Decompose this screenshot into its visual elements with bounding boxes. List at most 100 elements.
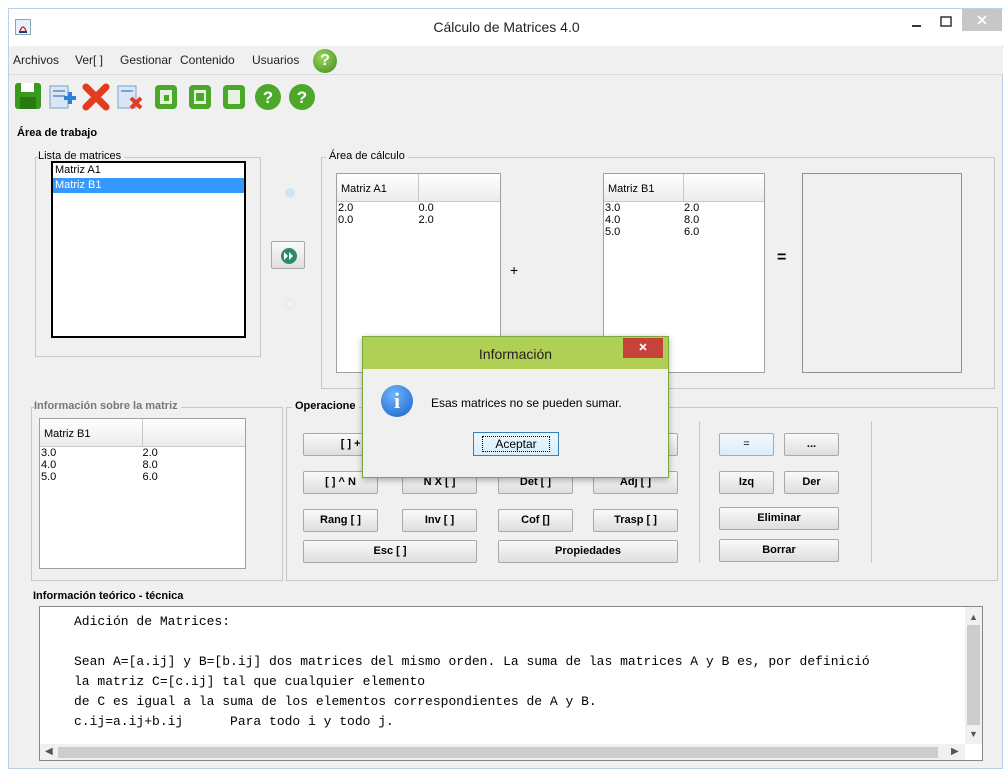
- theory-line: Adición de Matrices:: [74, 614, 231, 629]
- theory-line: de C es igual a la suma de los elementos…: [74, 694, 597, 709]
- menu-archivos[interactable]: Archivos: [13, 53, 59, 67]
- cell: 3.0: [40, 447, 143, 459]
- scroll-up-icon[interactable]: ▲: [969, 612, 978, 622]
- h-scroll-thumb[interactable]: [58, 747, 938, 758]
- left-button[interactable]: Izq: [719, 471, 774, 494]
- cell: 8.0: [684, 214, 764, 226]
- help-circle-icon[interactable]: ?: [253, 80, 283, 112]
- operations-divider-right: [871, 421, 872, 563]
- window-title: Cálculo de Matrices 4.0: [433, 19, 580, 35]
- matrix-a-header: Matriz A1: [337, 174, 419, 201]
- properties-button[interactable]: Propiedades: [498, 540, 678, 563]
- info-dialog: Información i Esas matrices no se pueden…: [362, 336, 669, 478]
- menu-contenido[interactable]: Contenido: [180, 53, 235, 67]
- cell: 4.0: [604, 214, 684, 226]
- menu-ver[interactable]: Ver[ ]: [75, 53, 103, 67]
- dot-bottom-icon: [285, 299, 295, 309]
- dialog-message: Esas matrices no se pueden sumar.: [431, 396, 622, 410]
- matrix-list[interactable]: Matriz A1 Matriz B1: [51, 161, 246, 338]
- cell: 8.0: [142, 459, 245, 471]
- scroll-down-icon[interactable]: ▼: [969, 729, 978, 739]
- cell: 2.0: [142, 447, 245, 459]
- about-icon[interactable]: ?: [287, 80, 317, 112]
- plus-operator: +: [510, 262, 519, 278]
- result-matrix-box[interactable]: [802, 173, 962, 373]
- matrix-info-title: Información sobre la matriz: [34, 400, 181, 412]
- dialog-close-button[interactable]: [623, 338, 663, 358]
- matrix-b-header: Matriz B1: [604, 174, 684, 201]
- table-row: 3.0 2.0: [604, 202, 764, 214]
- scroll-thumb[interactable]: [967, 625, 980, 725]
- table-row: 5.0 6.0: [40, 471, 245, 483]
- operations-divider: [699, 421, 700, 563]
- info-icon: i: [381, 385, 413, 417]
- cell: 5.0: [40, 471, 143, 483]
- add-icon[interactable]: [47, 80, 77, 112]
- matrix-info-table[interactable]: Matriz B1 3.0 2.0 4.0 8.0 5.0 6.0: [39, 418, 246, 569]
- scroll-right-icon[interactable]: ▶: [951, 746, 959, 757]
- table-row: 2.0 0.0: [337, 202, 500, 214]
- equals-button[interactable]: =: [719, 433, 774, 456]
- theory-line: Sean A=[a.ij] y B=[b.ij] dos matrices de…: [74, 654, 870, 669]
- rank-button[interactable]: Rang [ ]: [303, 509, 378, 532]
- escalar-button[interactable]: Esc [ ]: [303, 540, 477, 563]
- equals-operator: =: [777, 249, 787, 266]
- cell: 3.0: [604, 202, 684, 214]
- vertical-scrollbar[interactable]: ▲ ▼: [965, 607, 982, 744]
- theory-line: la matriz C=[c.ij] tal que cualquier ele…: [74, 674, 426, 689]
- table-row: 3.0 2.0: [40, 447, 245, 459]
- transfer-button[interactable]: [271, 241, 305, 269]
- menu-usuarios[interactable]: Usuarios: [252, 53, 299, 67]
- menu-bar: Archivos Ver[ ] Gestionar Contenido Usua…: [9, 47, 1003, 75]
- dialog-title-bar: Información: [363, 337, 668, 369]
- remove-icon[interactable]: [115, 80, 145, 112]
- inverse-button[interactable]: Inv [ ]: [402, 509, 477, 532]
- accept-label: Aceptar: [482, 436, 550, 452]
- toolbar: ? ?: [9, 76, 1003, 120]
- cell: 2.0: [684, 202, 764, 214]
- clipboard-icon[interactable]: [219, 80, 249, 112]
- svg-text:?: ?: [263, 88, 273, 107]
- table-row: 5.0 6.0: [604, 226, 764, 238]
- open-icon[interactable]: [151, 80, 181, 112]
- horizontal-scrollbar[interactable]: ◀ ▶: [40, 744, 965, 760]
- help-icon[interactable]: ?: [313, 49, 337, 73]
- more-button[interactable]: ...: [784, 433, 839, 456]
- theory-title: Información teórico - técnica: [33, 590, 184, 602]
- list-item[interactable]: Matriz A1: [53, 163, 244, 178]
- eliminar-button[interactable]: Eliminar: [719, 507, 839, 530]
- cell: 6.0: [142, 471, 245, 483]
- borrar-button[interactable]: Borrar: [719, 539, 839, 562]
- transpose-button[interactable]: Trasp [ ]: [593, 509, 678, 532]
- right-button[interactable]: Der: [784, 471, 839, 494]
- cell: 0.0: [337, 214, 419, 226]
- save-icon[interactable]: [13, 80, 43, 112]
- cell: 0.0: [418, 202, 500, 214]
- menu-gestionar[interactable]: Gestionar: [120, 53, 172, 67]
- cofactor-button[interactable]: Cof []: [498, 509, 573, 532]
- cell: 4.0: [40, 459, 143, 471]
- copy-icon[interactable]: [185, 80, 215, 112]
- table-row: 4.0 8.0: [40, 459, 245, 471]
- svg-text:?: ?: [297, 88, 307, 107]
- title-bar: Cálculo de Matrices 4.0: [9, 9, 1003, 46]
- table-row: 0.0 2.0: [337, 214, 500, 226]
- close-window-button[interactable]: [962, 9, 1002, 31]
- list-item-selected[interactable]: Matriz B1: [53, 178, 244, 193]
- minimize-button[interactable]: [904, 13, 930, 33]
- calc-area-title: Área de cálculo: [326, 150, 408, 162]
- maximize-button[interactable]: [933, 13, 959, 33]
- operations-title: Operacione: [292, 400, 359, 412]
- theory-line: c.ij=a.ij+b.ij Para todo i y todo j.: [74, 714, 394, 729]
- cell: 5.0: [604, 226, 684, 238]
- matrix-info-header: Matriz B1: [40, 419, 143, 446]
- workarea-title: Área de trabajo: [17, 127, 98, 139]
- theory-textarea[interactable]: Adición de Matrices: Sean A=[a.ij] y B=[…: [39, 606, 983, 761]
- cell: 2.0: [337, 202, 419, 214]
- scroll-left-icon[interactable]: ◀: [45, 746, 53, 757]
- dot-top-icon: [285, 188, 295, 198]
- delete-icon[interactable]: [81, 80, 111, 112]
- main-window: Cálculo de Matrices 4.0 Archivos Ver[ ] …: [8, 8, 1003, 769]
- cell: 6.0: [684, 226, 764, 238]
- accept-button[interactable]: Aceptar: [473, 432, 559, 456]
